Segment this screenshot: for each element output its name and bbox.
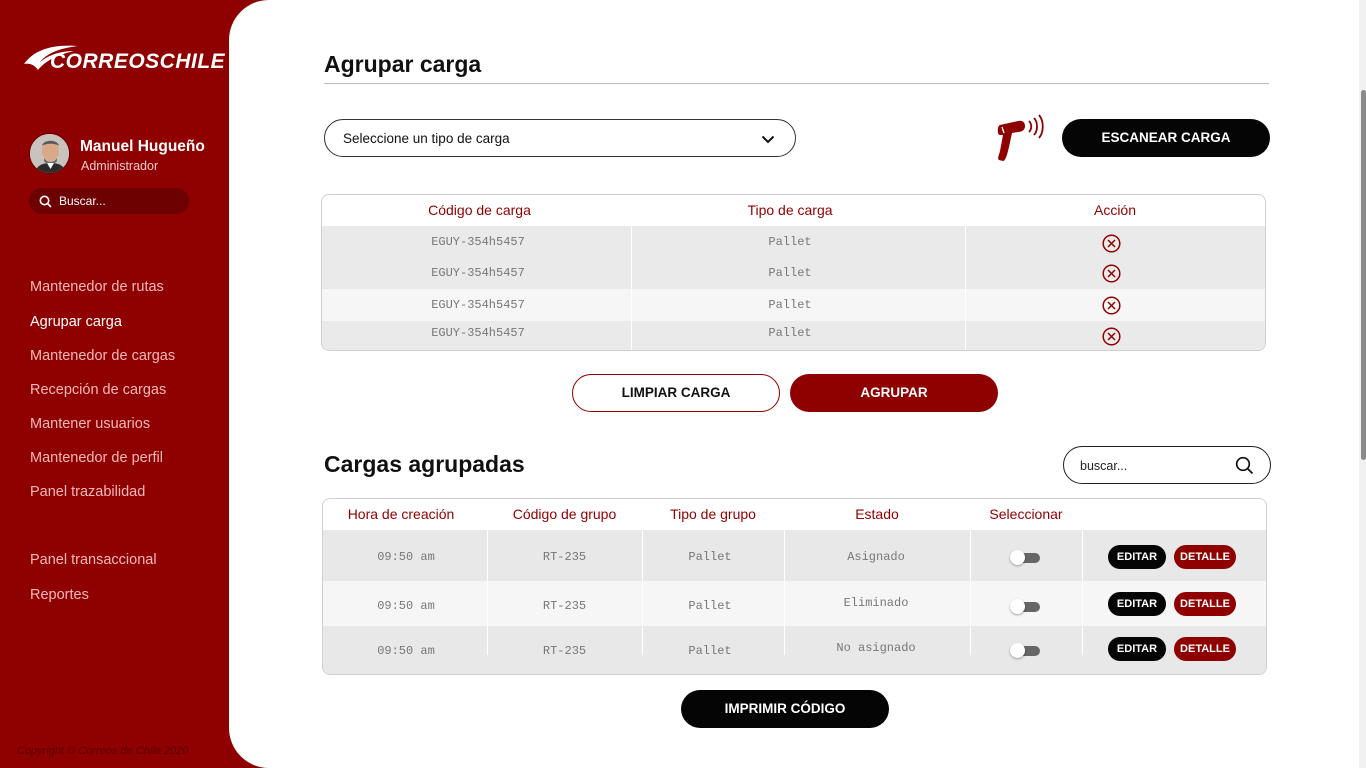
user-role: Administrador — [81, 159, 159, 173]
toggle-knob — [1010, 599, 1025, 614]
brand-name: CORREOSCHILE — [50, 50, 226, 73]
nav-mantener-usuarios[interactable]: Mantener usuarios — [30, 416, 150, 432]
table-row: EGUY-354h5457 Pallet — [322, 226, 1265, 258]
col-header-tipo: Tipo de carga — [747, 202, 833, 218]
column-divider — [1082, 530, 1083, 655]
cargo-table: Código de carga Tipo de carga Acción EGU… — [321, 194, 1266, 351]
cell-codigo-grupo: RT-235 — [542, 550, 587, 564]
edit-button[interactable]: EDITAR — [1108, 637, 1166, 661]
table-row: EGUY-354h5457 Pallet — [322, 289, 1265, 321]
detail-button[interactable]: DETALLE — [1174, 545, 1236, 569]
cell-tipo: Pallet — [768, 298, 812, 312]
copyright: Copyright © Correos de Chile 2020 — [17, 745, 189, 757]
toggle-knob — [1010, 643, 1025, 658]
cell-tipo-grupo: Pallet — [688, 644, 732, 658]
cell-estado: No asignado — [836, 641, 916, 655]
nav-agrupar-carga[interactable]: Agrupar carga — [30, 314, 122, 330]
nav-reportes[interactable]: Reportes — [30, 587, 89, 603]
cell-hora: 09:50 am — [377, 599, 435, 613]
groups-table: Hora de creación Código de grupo Tipo de… — [322, 498, 1267, 675]
print-code-button[interactable]: IMPRIMIR CÓDIGO — [681, 690, 889, 728]
detail-button[interactable]: DETALLE — [1174, 637, 1236, 661]
cell-tipo-grupo: Pallet — [688, 599, 732, 613]
column-divider — [642, 530, 643, 655]
barcode-scanner-icon — [997, 114, 1044, 161]
cell-estado: Asignado — [847, 550, 905, 564]
cell-tipo: Pallet — [768, 266, 812, 280]
remove-icon[interactable] — [1102, 296, 1121, 315]
search-icon[interactable] — [1235, 456, 1254, 475]
nav-mantenedor-perfil[interactable]: Mantenedor de perfil — [30, 450, 163, 466]
select-toggle[interactable] — [1010, 550, 1040, 565]
scrollbar-thumb[interactable] — [1361, 90, 1366, 460]
nav-panel-trazabilidad[interactable]: Panel trazabilidad — [30, 484, 145, 500]
cell-codigo: EGUY-354h5457 — [431, 326, 525, 340]
cell-tipo: Pallet — [768, 326, 812, 340]
clear-cargo-button[interactable]: LIMPIAR CARGA — [572, 374, 780, 412]
column-divider — [487, 530, 488, 655]
col-header-estado: Estado — [855, 506, 899, 522]
cell-tipo: Pallet — [768, 235, 812, 249]
col-header-seleccionar: Seleccionar — [989, 506, 1063, 522]
cell-estado: Eliminado — [843, 596, 909, 610]
sidebar-search-input[interactable] — [59, 192, 179, 210]
user-name: Manuel Hugueño — [80, 138, 205, 155]
table-row: EGUY-354h5457 Pallet — [322, 258, 1265, 289]
groups-search[interactable] — [1063, 446, 1271, 484]
sidebar-search[interactable] — [29, 188, 189, 214]
cell-hora: 09:50 am — [377, 644, 435, 658]
chevron-down-icon — [761, 135, 775, 144]
section-title: Cargas agrupadas — [324, 451, 525, 477]
scan-cargo-button[interactable]: ESCANEAR CARGA — [1062, 119, 1270, 157]
table-row: 09:50 am RT-235 Pallet Eliminado EDITAR … — [323, 581, 1266, 626]
remove-icon[interactable] — [1102, 234, 1121, 253]
cell-hora: 09:50 am — [377, 550, 435, 564]
select-toggle[interactable] — [1010, 643, 1040, 658]
cell-codigo-grupo: RT-235 — [542, 599, 587, 613]
column-divider — [965, 195, 966, 350]
cell-tipo-grupo: Pallet — [688, 550, 732, 564]
table-row: 09:50 am RT-235 Pallet No asignado EDITA… — [323, 626, 1266, 674]
nav-mantenedor-cargas[interactable]: Mantenedor de cargas — [30, 348, 175, 364]
col-header-codigo-grupo: Código de grupo — [512, 506, 617, 522]
column-divider — [631, 195, 632, 350]
col-header-accion: Acción — [1093, 202, 1137, 218]
col-header-tipo-grupo: Tipo de grupo — [670, 506, 756, 522]
nav-recepcion-cargas[interactable]: Recepción de cargas — [30, 382, 166, 398]
toggle-knob — [1010, 550, 1025, 565]
edit-button[interactable]: EDITAR — [1108, 545, 1166, 569]
group-button[interactable]: AGRUPAR — [790, 374, 998, 412]
table-row: 09:50 am RT-235 Pallet Asignado EDITAR D… — [323, 530, 1266, 581]
page-title: Agrupar carga — [324, 51, 482, 77]
avatar — [29, 133, 70, 174]
remove-icon[interactable] — [1102, 327, 1121, 346]
select-toggle[interactable] — [1010, 599, 1040, 614]
cell-codigo: EGUY-354h5457 — [431, 298, 525, 312]
nav-panel-transaccional[interactable]: Panel transaccional — [30, 552, 157, 568]
search-icon — [39, 195, 52, 208]
cargo-type-select[interactable]: Seleccione un tipo de carga — [324, 119, 796, 157]
brand-logo[interactable]: CORREOSCHILE — [22, 42, 225, 76]
user-profile[interactable]: Manuel Hugueño Administrador — [29, 133, 229, 175]
column-divider — [784, 530, 785, 655]
groups-search-input[interactable] — [1080, 457, 1220, 475]
column-divider — [970, 530, 971, 655]
title-divider — [324, 83, 1269, 84]
sidebar: CORREOSCHILE Manuel Hugueño Administrado… — [0, 0, 240, 768]
table-row: EGUY-354h5457 Pallet — [322, 321, 1265, 350]
detail-button[interactable]: DETALLE — [1174, 592, 1236, 616]
col-header-hora: Hora de creación — [347, 506, 455, 522]
col-header-codigo: Código de carga — [428, 202, 531, 218]
remove-icon[interactable] — [1102, 264, 1121, 283]
edit-button[interactable]: EDITAR — [1108, 592, 1166, 616]
cell-codigo: EGUY-354h5457 — [431, 266, 525, 280]
cell-codigo-grupo: RT-235 — [542, 644, 587, 658]
nav-mantenedor-rutas[interactable]: Mantenedor de rutas — [30, 279, 164, 295]
cargo-type-select-value: Seleccione un tipo de carga — [343, 131, 510, 146]
cell-codigo: EGUY-354h5457 — [431, 235, 525, 249]
